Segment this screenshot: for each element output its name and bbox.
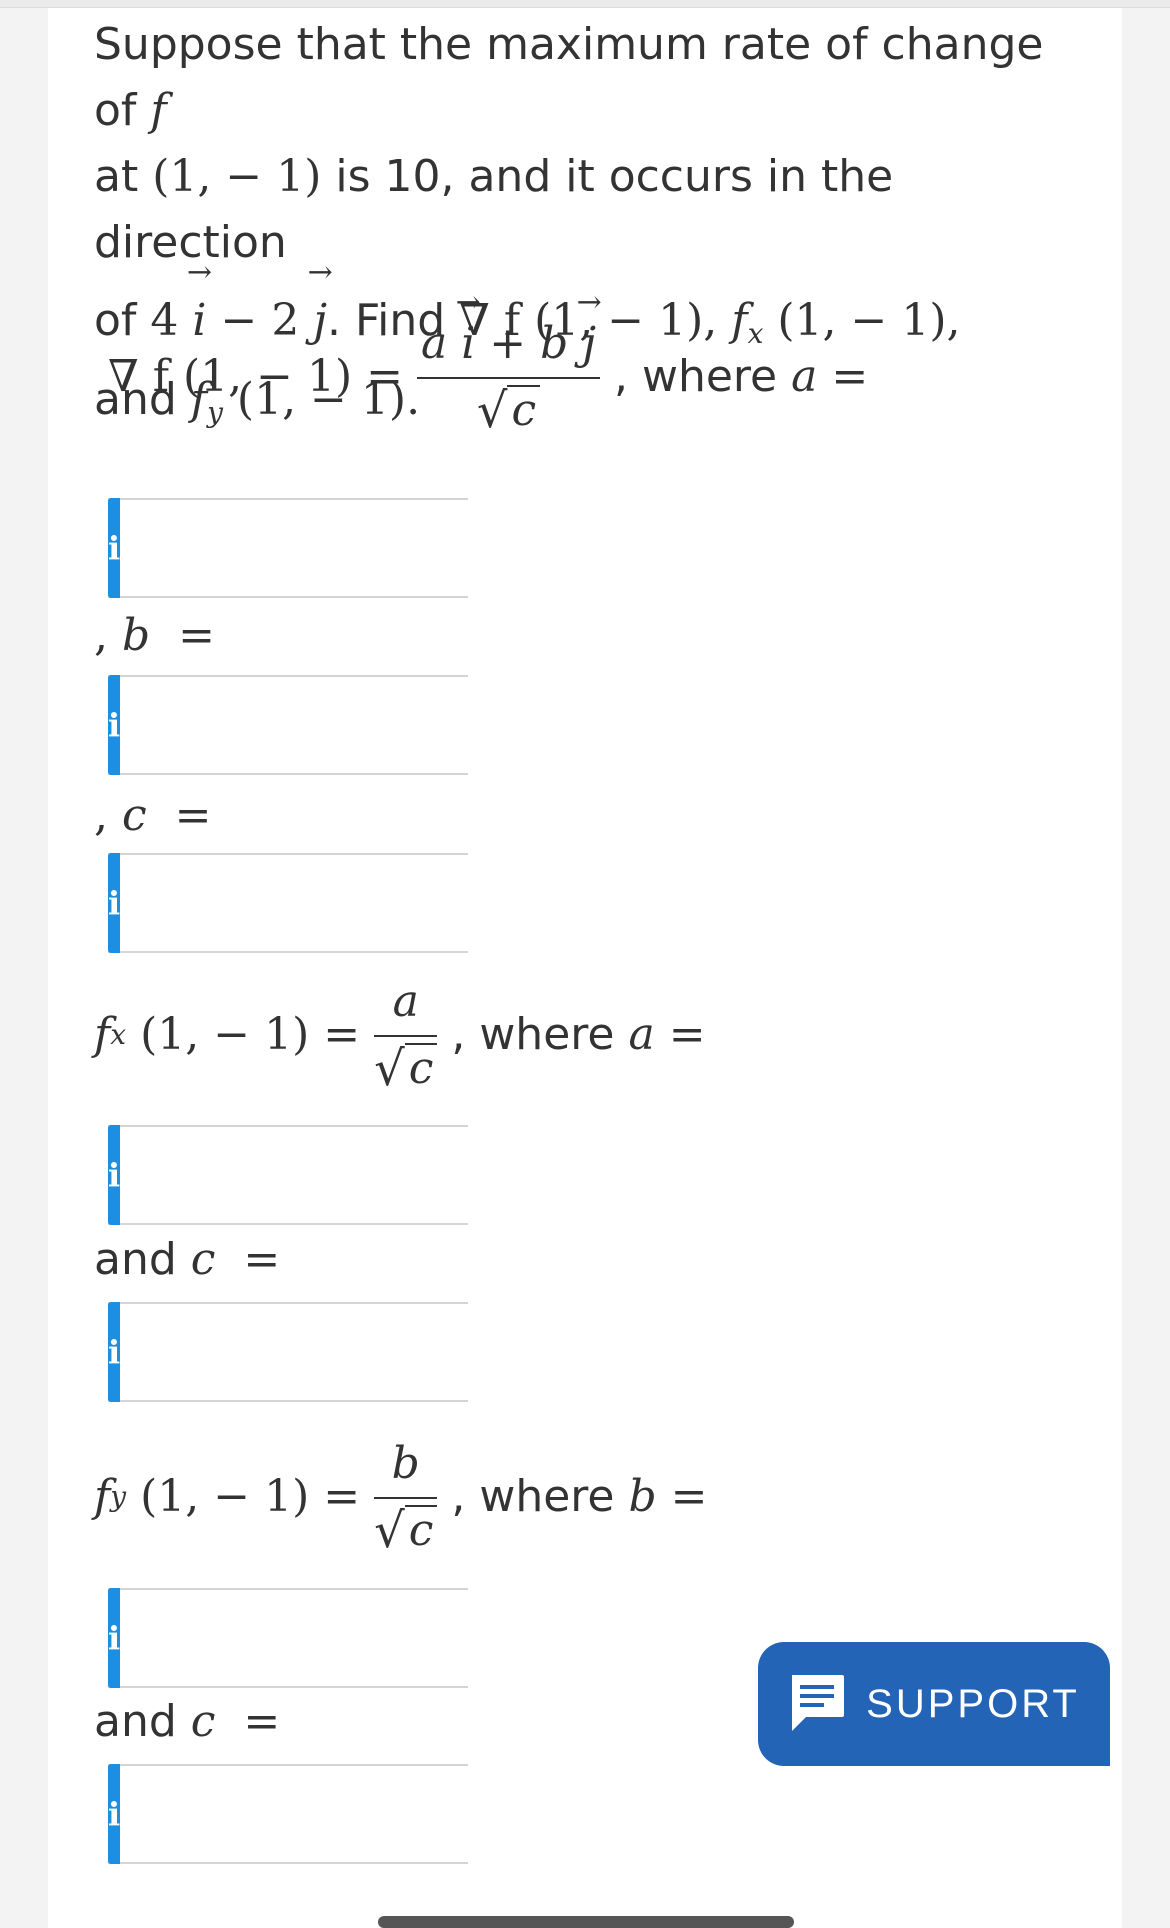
input-b-fy[interactable] xyxy=(120,1590,597,1686)
label-and-c-fy: and c = xyxy=(94,1696,281,1747)
info-icon[interactable]: i xyxy=(108,853,121,953)
input-c-fy[interactable] xyxy=(120,1766,597,1862)
support-label: SUPPORT xyxy=(866,1681,1080,1726)
answer-field-c-fx: i xyxy=(108,1302,597,1402)
chat-bubble-icon xyxy=(788,1673,846,1735)
fy-fraction: b √ c xyxy=(374,1438,438,1555)
answer-field-a-gradient: i xyxy=(108,498,597,598)
label-c: , c = xyxy=(94,790,212,841)
answer-field-c-fy: i xyxy=(108,1764,597,1864)
label-b: , b = xyxy=(94,610,216,661)
answer-field-b-fy: i xyxy=(108,1588,597,1688)
problem-line-1: Suppose that the maximum rate of change … xyxy=(94,19,1044,136)
label-and-c-fx: and c = xyxy=(94,1234,281,1285)
input-a-gradient[interactable] xyxy=(120,500,597,596)
info-icon[interactable]: i xyxy=(108,1588,121,1688)
fy-formula: fy (1, − 1) = b √ c , where b = xyxy=(94,1438,708,1560)
support-button[interactable]: SUPPORT xyxy=(758,1642,1110,1766)
problem-line-2: at (1, − 1) is 10, and it occurs in the … xyxy=(94,151,894,268)
fx-formula: fx (1, − 1) = a √ c , where a = xyxy=(94,976,706,1098)
answer-field-b-gradient: i xyxy=(108,675,597,775)
input-a-fx[interactable] xyxy=(120,1127,597,1223)
info-icon[interactable]: i xyxy=(108,1302,121,1402)
fx-fraction: a √ c xyxy=(374,976,438,1093)
info-icon[interactable]: i xyxy=(108,498,121,598)
gradient-formula: ∇ f (1, − 1) = a → i + b → j √ c , where a … xyxy=(108,285,869,440)
info-icon[interactable]: i xyxy=(108,1764,121,1864)
input-b-gradient[interactable] xyxy=(120,677,597,773)
top-divider xyxy=(0,0,1170,8)
answer-field-a-fx: i xyxy=(108,1125,597,1225)
info-icon[interactable]: i xyxy=(108,675,121,775)
answer-field-c-gradient: i xyxy=(108,853,597,953)
input-c-gradient[interactable] xyxy=(120,855,597,951)
input-c-fx[interactable] xyxy=(120,1304,597,1400)
info-icon[interactable]: i xyxy=(108,1125,121,1225)
home-indicator[interactable] xyxy=(378,1916,794,1928)
gradient-fraction: a → i + b → j √ c xyxy=(416,288,602,435)
